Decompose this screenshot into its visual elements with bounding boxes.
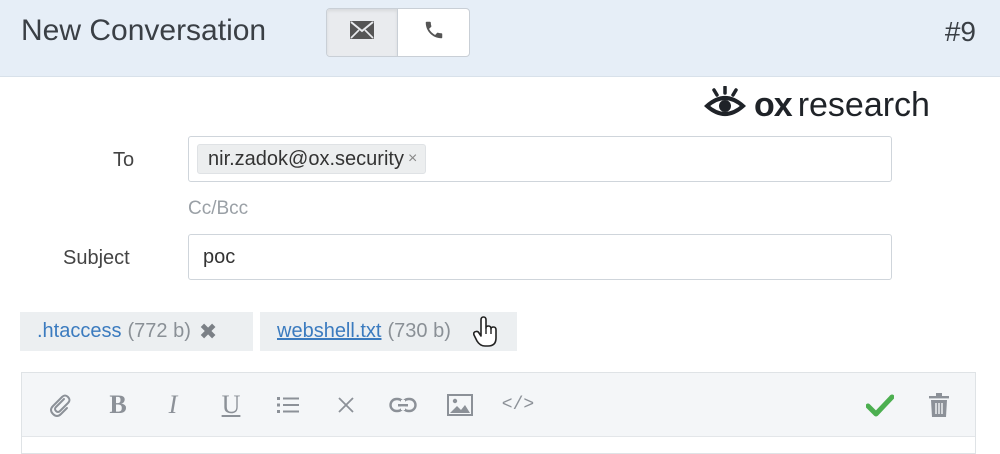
brand-logo: ox research: [703, 85, 930, 125]
conversation-header: New Conversation #9: [0, 0, 1000, 77]
remove-recipient-button[interactable]: ×: [408, 150, 417, 168]
attachment-name-link[interactable]: .htaccess: [37, 320, 121, 343]
channel-toggle: [326, 8, 470, 57]
subject-label: Subject: [63, 247, 130, 269]
editor-toolbar: B I U </>: [22, 373, 975, 437]
brand-research: research: [797, 86, 930, 124]
message-editor[interactable]: B I U </>: [21, 372, 976, 454]
checkmark-icon[interactable]: [865, 391, 895, 419]
trash-icon[interactable]: [926, 391, 952, 419]
attachment-size: (730 b): [387, 320, 451, 342]
phone-icon: [423, 19, 445, 46]
bold-button[interactable]: B: [104, 390, 132, 419]
link-icon[interactable]: [388, 391, 418, 419]
attachment-size: (772 b): [127, 320, 191, 342]
cc-bcc-link[interactable]: Cc/Bcc: [188, 198, 248, 220]
image-icon[interactable]: [446, 391, 474, 419]
phone-mode-button[interactable]: [398, 9, 469, 56]
recipient-email: nir.zadok@ox.security: [208, 147, 404, 170]
underline-button[interactable]: U: [217, 390, 245, 419]
list-icon[interactable]: [274, 391, 302, 419]
attachment-chip: .htaccess (772 b) ✖: [20, 312, 253, 351]
subject-input[interactable]: poc: [188, 234, 892, 280]
subject-value: poc: [203, 246, 236, 268]
clear-format-icon[interactable]: [332, 391, 360, 419]
code-button[interactable]: </>: [498, 391, 538, 419]
to-label: To: [113, 149, 135, 171]
page-title: New Conversation: [21, 14, 267, 47]
recipient-token[interactable]: nir.zadok@ox.security ×: [197, 144, 427, 174]
attachment-chip: webshell.txt (730 b): [260, 312, 517, 351]
email-mode-button[interactable]: [327, 9, 398, 56]
paperclip-icon[interactable]: [46, 391, 74, 419]
envelope-icon: [350, 21, 374, 44]
to-field[interactable]: nir.zadok@ox.security ×: [188, 136, 892, 182]
brand-ox: ox: [754, 86, 793, 124]
remove-attachment-button[interactable]: ✖: [199, 319, 217, 345]
italic-button[interactable]: I: [159, 390, 187, 419]
ticket-number: #9: [944, 16, 976, 47]
eye-icon: [703, 85, 747, 125]
attachment-name-link[interactable]: webshell.txt: [277, 320, 382, 343]
hand-cursor-icon: [472, 316, 499, 354]
